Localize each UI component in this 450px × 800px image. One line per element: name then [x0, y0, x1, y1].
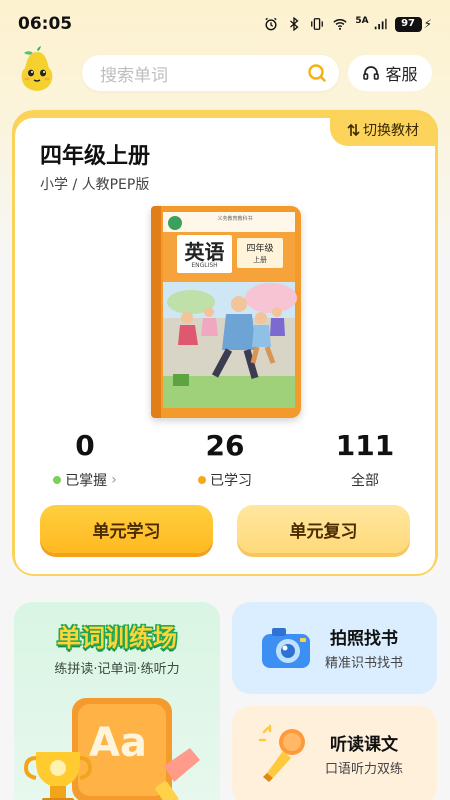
- search-placeholder: 搜索单词: [100, 65, 168, 86]
- vibrate-icon: [311, 18, 324, 30]
- textbook-title: 四年级上册: [40, 144, 151, 169]
- stat-total: 111 全部: [295, 428, 435, 490]
- learned-dot-icon: [198, 476, 206, 484]
- word-trainer-card[interactable]: 单词训练场 练拼读·记单词·练听力 Aa: [14, 602, 220, 800]
- word-trainer-subtitle: 练拼读·记单词·练听力: [54, 662, 180, 677]
- stat-learned-label-row: 已学习: [155, 470, 295, 490]
- stat-mastered-label-row: 已掌握 ›: [15, 470, 155, 490]
- status-icons: 5A 97 ⚡: [263, 16, 432, 32]
- battery-indicator: 97 ⚡: [394, 16, 432, 32]
- wifi-icon: [333, 19, 347, 30]
- headset-icon: [363, 66, 380, 80]
- charging-icon: ⚡: [423, 17, 432, 31]
- unit-learn-button[interactable]: 单元学习: [40, 505, 213, 553]
- cover-grade: 四年级: [246, 244, 274, 254]
- textbook-subtitle: 小学 / 人教PEP版: [40, 177, 150, 193]
- stat-total-label: 全部: [351, 473, 379, 489]
- alarm-icon: [265, 17, 277, 31]
- signal-icon: [374, 18, 387, 30]
- stat-learned-label: 已学习: [210, 473, 252, 489]
- cover-english: ENGLISH: [191, 262, 218, 269]
- stat-mastered[interactable]: 0 已掌握 ›: [15, 428, 155, 490]
- unit-review-button[interactable]: 单元复习: [237, 505, 410, 553]
- stat-learned: 26 已学习: [155, 428, 295, 490]
- listen-read-title: 听读课文: [330, 735, 398, 755]
- status-time: 06:05: [18, 14, 73, 34]
- microphone-icon: [258, 724, 305, 782]
- word-trainer-title: 单词训练场: [57, 624, 177, 652]
- pear-mascot-icon[interactable]: [16, 46, 58, 94]
- chevron-right-icon: ›: [111, 472, 117, 488]
- trainer-illustration-icon: Aa: [23, 698, 200, 800]
- stat-mastered-value: 0: [75, 429, 95, 462]
- battery-level: 97: [394, 16, 422, 32]
- cover-title: 英语: [184, 240, 225, 264]
- search-input[interactable]: 搜索单词: [82, 55, 339, 91]
- learning-stats: 0 已掌握 › 26 已学习 111 全部: [15, 428, 435, 498]
- listen-read-card[interactable]: 听读课文 口语听力双练: [232, 706, 437, 800]
- stat-total-label-row: 全部: [295, 470, 435, 490]
- cover-volume: 上册: [253, 256, 267, 264]
- search-icon[interactable]: [307, 63, 327, 83]
- photo-find-book-title: 拍照找书: [330, 629, 398, 649]
- textbook-cover[interactable]: 英语 ENGLISH 四年级 上册 义务教育教科书: [151, 206, 301, 418]
- listen-read-subtitle: 口语听力双练: [325, 762, 404, 777]
- cover-publisher: 义务教育教科书: [217, 216, 253, 222]
- switch-textbook-label: 切换教材: [363, 123, 419, 139]
- customer-service-label: 客服: [385, 65, 418, 84]
- customer-service-button[interactable]: 客服: [348, 55, 432, 91]
- photo-find-book-card[interactable]: 拍照找书 精准识书找书: [232, 602, 437, 694]
- camera-icon: [262, 628, 310, 668]
- stat-total-value: 111: [335, 429, 395, 462]
- mastered-dot-icon: [53, 476, 62, 484]
- photo-find-book-subtitle: 精准识书找书: [325, 656, 404, 671]
- svg-text:Aa: Aa: [89, 720, 147, 766]
- network-type: 5A: [355, 16, 369, 26]
- status-bar: 06:05 5A 97 ⚡: [0, 0, 450, 48]
- bluetooth-icon: [290, 17, 299, 31]
- swap-icon: [347, 123, 360, 137]
- stat-learned-value: 26: [205, 429, 245, 462]
- switch-textbook-button[interactable]: 切换教材: [330, 114, 436, 146]
- stat-mastered-label: 已掌握: [65, 473, 108, 489]
